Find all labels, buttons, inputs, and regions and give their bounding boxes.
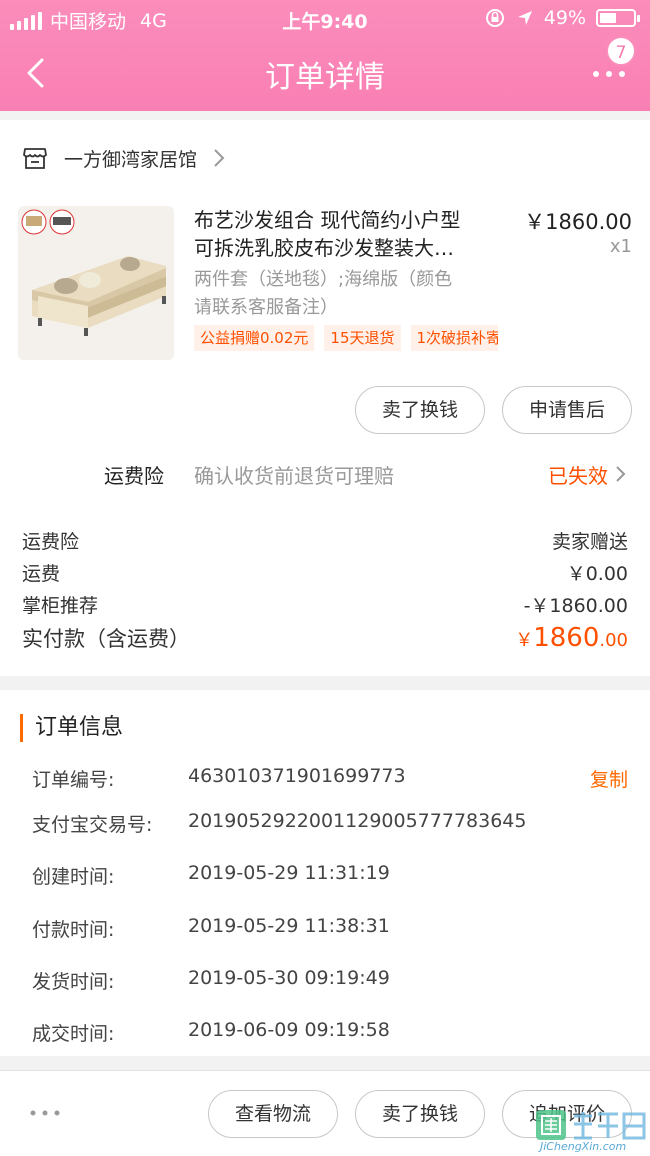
order-info-title: 订单信息 bbox=[20, 714, 123, 742]
apply-aftersale-button[interactable]: 申请售后 bbox=[502, 386, 632, 434]
product-image[interactable] bbox=[18, 206, 174, 360]
fee-row-recommend: 掌柜推荐 -￥1860.00 bbox=[22, 591, 628, 619]
info-value: 2019-05-29 11:38:31 bbox=[188, 915, 390, 937]
page-title: 订单详情 bbox=[265, 60, 385, 95]
service-tags: 公益捐赠0.02元 15天退货 1次破损补寄 bbox=[194, 325, 498, 351]
sell-button[interactable]: 卖了换钱 bbox=[355, 1090, 485, 1138]
info-label: 成交时间: bbox=[32, 1023, 115, 1045]
battery-icon bbox=[596, 9, 640, 27]
info-value: 2019052922001129005777783645 bbox=[188, 810, 527, 832]
view-logistics-button[interactable]: 查看物流 bbox=[208, 1090, 338, 1138]
paid-decimal: .00 bbox=[599, 630, 628, 651]
status-right: 49% bbox=[484, 7, 640, 29]
info-value: 2019-05-30 09:19:49 bbox=[188, 967, 390, 989]
info-label: 发货时间: bbox=[32, 971, 115, 993]
info-row-alipay-trade: 支付宝交易号: 2019052922001129005777783645 bbox=[32, 810, 632, 838]
paid-integer: 1860 bbox=[533, 623, 600, 653]
sell-button[interactable]: 卖了换钱 bbox=[355, 386, 485, 434]
sku-line2: 请联系客服备注） bbox=[194, 297, 338, 318]
paid-total-row: 实付款（含运费） ￥1860.00 bbox=[22, 623, 628, 657]
info-label: 创建时间: bbox=[32, 866, 115, 888]
info-row-completed: 成交时间: 2019-06-09 09:19:58 bbox=[32, 1019, 632, 1047]
product-title-line2: 可拆洗乳胶皮布沙发整装大… bbox=[194, 236, 454, 260]
location-icon bbox=[517, 11, 532, 25]
insurance-status: 已失效 bbox=[548, 464, 608, 488]
sku-line1: 两件套（送地毯）;海绵版（颜色 bbox=[194, 269, 453, 290]
info-row-shipped: 发货时间: 2019-05-30 09:19:49 bbox=[32, 967, 632, 995]
info-value: 2019-05-29 11:31:19 bbox=[188, 862, 390, 884]
status-bar: 中国移动 4G 上午9:40 49% bbox=[0, 0, 650, 38]
product-title[interactable]: 布艺沙发组合 现代简约小户型 可拆洗乳胶皮布沙发整装大… bbox=[194, 206, 504, 262]
shop-name[interactable]: 一方御湾家居馆 bbox=[64, 145, 197, 172]
message-count-badge: 7 bbox=[606, 36, 636, 66]
info-label: 付款时间: bbox=[32, 919, 115, 941]
product-sku: 两件套（送地毯）;海绵版（颜色 请联系客服备注） bbox=[194, 266, 504, 322]
shipping-insurance-row[interactable]: 运费险 确认收货前退货可理赔 已失效 bbox=[0, 454, 650, 494]
info-label: 支付宝交易号: bbox=[32, 814, 153, 836]
paid-currency: ￥ bbox=[515, 630, 534, 651]
tag-return: 15天退货 bbox=[324, 325, 401, 351]
product-title-line1: 布艺沙发组合 现代简约小户型 bbox=[194, 208, 461, 232]
more-options-icon[interactable] bbox=[30, 1109, 60, 1117]
paid-label: 实付款（含运费） bbox=[22, 627, 190, 651]
fee-row-shipping: 运费 ￥0.00 bbox=[22, 559, 628, 587]
fee-value: 卖家赠送 bbox=[551, 531, 628, 553]
tag-donation: 公益捐赠0.02元 bbox=[194, 325, 315, 351]
info-label: 订单编号: bbox=[32, 769, 115, 791]
copy-order-number-button[interactable]: 复制 bbox=[590, 765, 628, 792]
shop-icon bbox=[23, 148, 47, 169]
fee-label: 运费 bbox=[22, 563, 61, 585]
info-value: 2019-06-09 09:19:58 bbox=[188, 1019, 390, 1041]
tag-damage: 1次破损补寄 bbox=[410, 325, 498, 351]
product-quantity: x1 bbox=[609, 236, 632, 257]
fee-label: 运费险 bbox=[22, 531, 80, 553]
chevron-right-icon bbox=[214, 149, 225, 167]
info-value: 463010371901699773 bbox=[188, 765, 406, 787]
fee-row-insurance: 运费险 卖家赠送 bbox=[22, 527, 628, 555]
fee-value: -￥1860.00 bbox=[523, 595, 628, 617]
order-item-card: 一方御湾家居馆 布艺沙发组合 现代简约小户型 可拆洗乳胶皮布沙发整装大… ￥18… bbox=[0, 120, 650, 676]
info-row-created: 创建时间: 2019-05-29 11:31:19 bbox=[32, 862, 632, 890]
paid-amount: ￥1860.00 bbox=[515, 623, 628, 653]
battery-percent: 49% bbox=[543, 7, 586, 29]
fee-value: ￥0.00 bbox=[566, 563, 628, 585]
info-row-order-number: 订单编号: 463010371901699773 bbox=[32, 765, 632, 793]
chevron-right-icon bbox=[616, 466, 626, 482]
shop-row[interactable]: 一方御湾家居馆 bbox=[22, 142, 225, 174]
insurance-label: 运费险 bbox=[104, 464, 164, 488]
app-header: 中国移动 4G 上午9:40 49% 订单详情 7 bbox=[0, 0, 650, 111]
rotation-lock-icon bbox=[485, 9, 504, 27]
product-price: ￥1860.00 bbox=[524, 210, 632, 234]
watermark-text: JiChengXin.com bbox=[540, 1140, 627, 1153]
sofa-image bbox=[18, 206, 174, 360]
order-info-card: 订单信息 订单编号: 463010371901699773 复制 支付宝交易号:… bbox=[0, 690, 650, 1056]
fee-label: 掌柜推荐 bbox=[22, 595, 99, 617]
insurance-desc: 确认收货前退货可理赔 bbox=[194, 464, 394, 488]
info-row-paid: 付款时间: 2019-05-29 11:38:31 bbox=[32, 915, 632, 943]
